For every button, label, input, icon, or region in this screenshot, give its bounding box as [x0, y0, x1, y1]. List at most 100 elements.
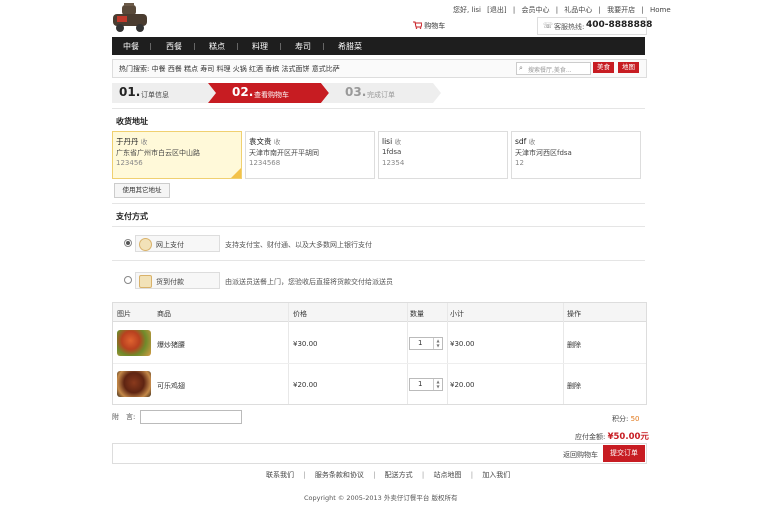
nav-item-cuisine[interactable]: 料理	[252, 41, 268, 52]
delete-link[interactable]: 删除	[567, 340, 581, 350]
coin-icon	[139, 238, 152, 251]
quantity-stepper[interactable]: 1 ▲ ▼	[409, 378, 443, 391]
total-row: 应付金额: ¥50.00元	[575, 430, 649, 442]
search-map-button[interactable]: 地图	[618, 62, 639, 73]
nav-item-chinese[interactable]: 中餐	[123, 41, 139, 52]
stepper-arrows-icon[interactable]: ▲ ▼	[433, 338, 442, 349]
address-zip: 123456	[116, 159, 143, 167]
payment-option-cod[interactable]: 货到付款	[135, 272, 220, 289]
hot-term[interactable]: 中餐	[152, 65, 166, 73]
hot-search-terms: 热门搜索: 中餐 西餐 糕点 寿司 料理 火锅 红酒 香槟 法式面饼 意式比萨	[119, 64, 340, 74]
address-line: 广东省广州市白云区中山路	[116, 149, 200, 157]
col-subtotal: 小计	[450, 310, 464, 318]
address-zip: 12354	[382, 159, 405, 167]
search-input[interactable]: ⌕ 搜索餐厅,美食...	[516, 62, 591, 75]
footer-link-sitemap[interactable]: 站点地图	[433, 471, 461, 479]
step-label: 完成订单	[367, 91, 395, 99]
col-image: 图片	[117, 310, 131, 318]
home-link[interactable]: Home	[650, 6, 671, 14]
cart-label: 购物车	[424, 22, 446, 30]
search-placeholder: 搜索餐厅,美食...	[528, 67, 572, 74]
footer-link-delivery[interactable]: 配送方式	[385, 471, 413, 479]
hot-term[interactable]: 糕点	[184, 65, 198, 73]
address-zip: 1234568	[249, 159, 281, 167]
address-name: 袁文贵 收	[249, 137, 281, 146]
points-row: 积分: 50	[612, 414, 640, 424]
gift-center-link[interactable]: 礼品中心	[564, 6, 592, 14]
nav-item-pastry[interactable]: 糕点	[209, 41, 225, 52]
payment-radio-online[interactable]	[124, 239, 132, 247]
stepper-arrows-icon[interactable]: ▲ ▼	[433, 379, 442, 390]
logo-icon[interactable]	[111, 2, 149, 34]
payment-option-online[interactable]: 网上支付	[135, 235, 220, 252]
product-price: ¥20.00	[293, 381, 318, 389]
address-card[interactable]: lisi 收 1fdsa 12354	[378, 131, 508, 179]
address-card[interactable]: sdf 收 天津市河西区fdsa 12	[511, 131, 641, 179]
payment-radio-cod[interactable]	[124, 276, 132, 284]
order-action-bar: 返回购物车 提交订单	[112, 443, 647, 464]
cart-icon	[413, 21, 423, 29]
total-label: 应付金额:	[575, 433, 606, 441]
address-card[interactable]: 于丹丹 收 广东省广州市白云区中山路 123456	[112, 131, 242, 179]
quantity-stepper[interactable]: 1 ▲ ▼	[409, 337, 443, 350]
logout-link[interactable]: [退出]	[487, 6, 506, 14]
col-product: 商品	[157, 310, 171, 318]
row-subtotal: ¥20.00	[450, 381, 475, 389]
quantity-value: 1	[418, 380, 423, 388]
table-row: 爆炒猪腰 ¥30.00 1 ▲ ▼ ¥30.00 删除	[113, 323, 646, 364]
hot-term[interactable]: 西餐	[168, 65, 182, 73]
search-food-button[interactable]: 美食	[593, 62, 614, 73]
step-number: 01.	[119, 85, 141, 99]
delete-link[interactable]: 删除	[567, 381, 581, 391]
hot-term[interactable]: 法式面饼	[281, 65, 309, 73]
hot-term[interactable]: 意式比萨	[312, 65, 340, 73]
copyright-text: Copyright © 2005-2013 外卖仔订餐平台 版权所有	[304, 494, 458, 502]
search-icon: ⌕	[519, 64, 523, 72]
footer-link-terms[interactable]: 服务条款和协议	[315, 471, 364, 479]
submit-order-button[interactable]: 提交订单	[603, 445, 645, 462]
member-center-link[interactable]: 会员中心	[521, 6, 549, 14]
col-price: 价格	[293, 310, 307, 318]
nav-item-greek[interactable]: 希腊菜	[338, 41, 362, 52]
back-to-cart-link[interactable]: 返回购物车	[563, 450, 598, 460]
payment-option-desc: 支持支付宝、财付通、以及大多数网上银行支付	[225, 241, 372, 249]
address-title: 收货地址	[116, 117, 148, 126]
cart-link[interactable]: 购物车	[413, 21, 445, 31]
food-image	[117, 371, 151, 397]
product-name[interactable]: 爆炒猪腰	[157, 340, 185, 350]
address-card[interactable]: 袁文贵 收 天津市南开区开平胡同 1234568	[245, 131, 375, 179]
row-subtotal: ¥30.00	[450, 340, 475, 348]
address-name: sdf 收	[515, 137, 536, 146]
payment-title: 支付方式	[116, 212, 148, 221]
phone-icon: ☏	[543, 21, 554, 30]
hot-term[interactable]: 火锅	[233, 65, 247, 73]
hot-search-bar: 热门搜索: 中餐 西餐 糕点 寿司 料理 火锅 红酒 香槟 法式面饼 意式比萨 …	[112, 59, 647, 78]
top-links: 您好, lisi [退出] | 会员中心 | 礼品中心 | 我要开店 | Hom…	[453, 6, 671, 14]
note-label: 附 言:	[112, 413, 136, 421]
footer-link-join[interactable]: 加入我们	[482, 471, 510, 479]
address-name: 于丹丹 收	[116, 137, 148, 146]
product-name[interactable]: 可乐鸡翅	[157, 381, 185, 391]
address-line: 天津市河西区fdsa	[515, 149, 572, 157]
selected-check-icon	[231, 168, 241, 178]
use-other-address-button[interactable]: 使用其它地址	[114, 183, 170, 198]
note-input[interactable]	[140, 410, 242, 424]
address-zip: 12	[515, 159, 524, 167]
table-row: 可乐鸡翅 ¥20.00 1 ▲ ▼ ¥20.00 删除	[113, 364, 646, 404]
hot-term[interactable]: 红酒	[249, 65, 263, 73]
main-nav: 中餐 西餐 糕点 料理 寿司 希腊菜	[112, 37, 645, 55]
cart-table: 图片 商品 价格 数量 小计 操作 爆炒猪腰 ¥30.00 1 ▲ ▼ ¥30.0…	[112, 302, 647, 405]
footer-link-contact[interactable]: 联系我们	[266, 471, 294, 479]
open-shop-link[interactable]: 我要开店	[607, 6, 635, 14]
nav-item-sushi[interactable]: 寿司	[295, 41, 311, 52]
hot-search-label: 热门搜索:	[119, 65, 150, 73]
step-label: 查看购物车	[254, 91, 289, 99]
nav-item-western[interactable]: 西餐	[166, 41, 182, 52]
col-action: 操作	[567, 310, 581, 318]
table-header: 图片 商品 价格 数量 小计 操作	[113, 303, 646, 322]
hot-term[interactable]: 香槟	[265, 65, 279, 73]
hot-term[interactable]: 料理	[217, 65, 231, 73]
hot-term[interactable]: 寿司	[200, 65, 214, 73]
footer-links: 联系我们 | 服务条款和协议 | 配送方式 | 站点地图 | 加入我们	[266, 471, 511, 479]
hotline-label: 客服热线:	[554, 23, 585, 31]
